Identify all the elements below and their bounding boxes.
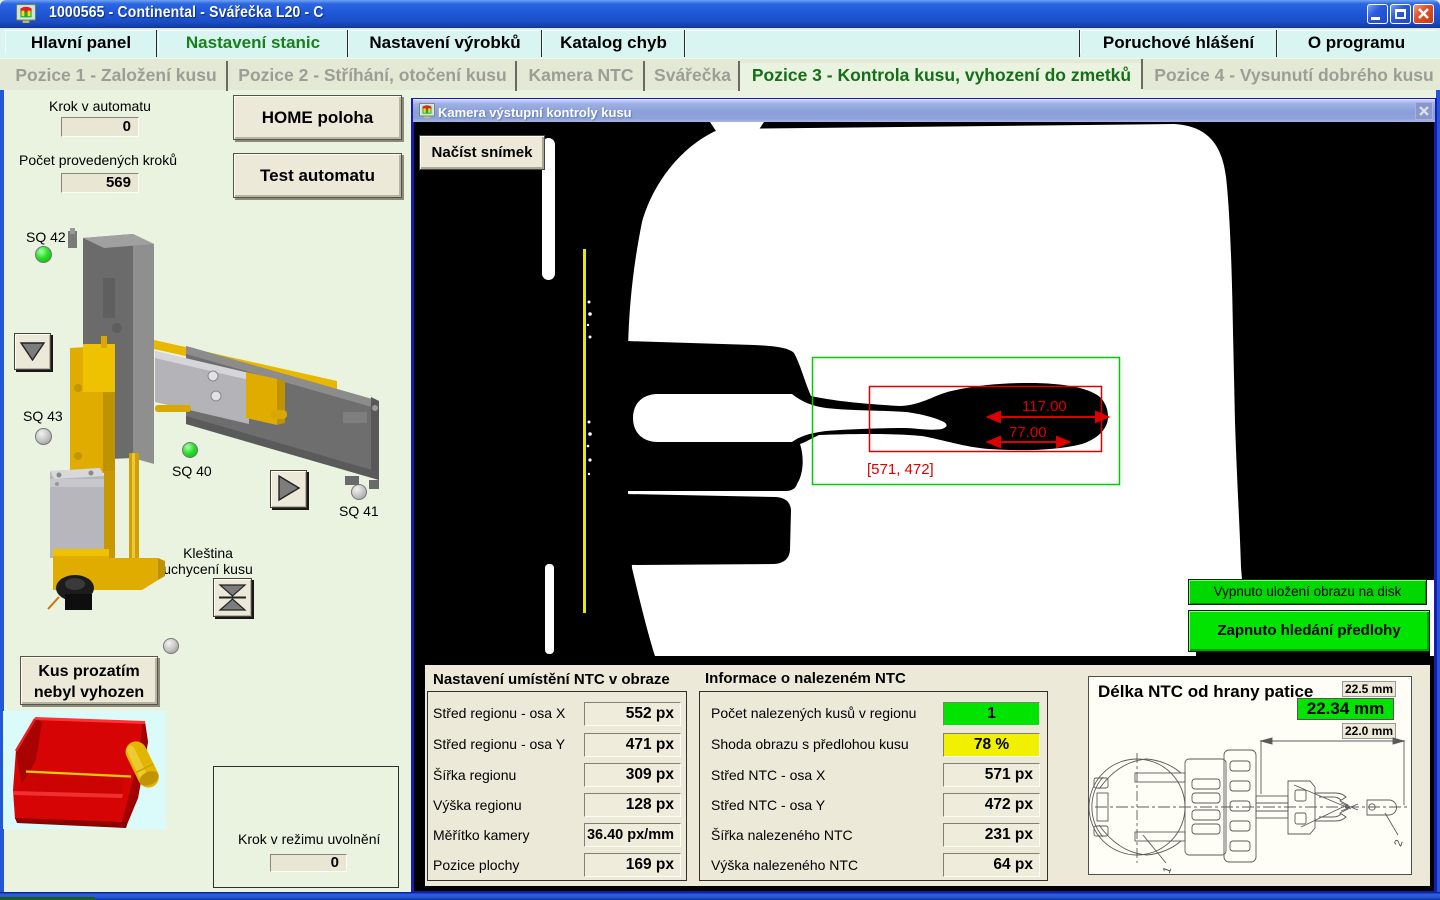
svg-text:77.00: 77.00 <box>1009 424 1047 441</box>
svg-text:117.00: 117.00 <box>1022 398 1067 415</box>
svg-text:1: 1 <box>1161 865 1174 875</box>
svg-text:2: 2 <box>1392 838 1405 848</box>
svg-text:[571, 472]: [571, 472] <box>867 461 934 478</box>
